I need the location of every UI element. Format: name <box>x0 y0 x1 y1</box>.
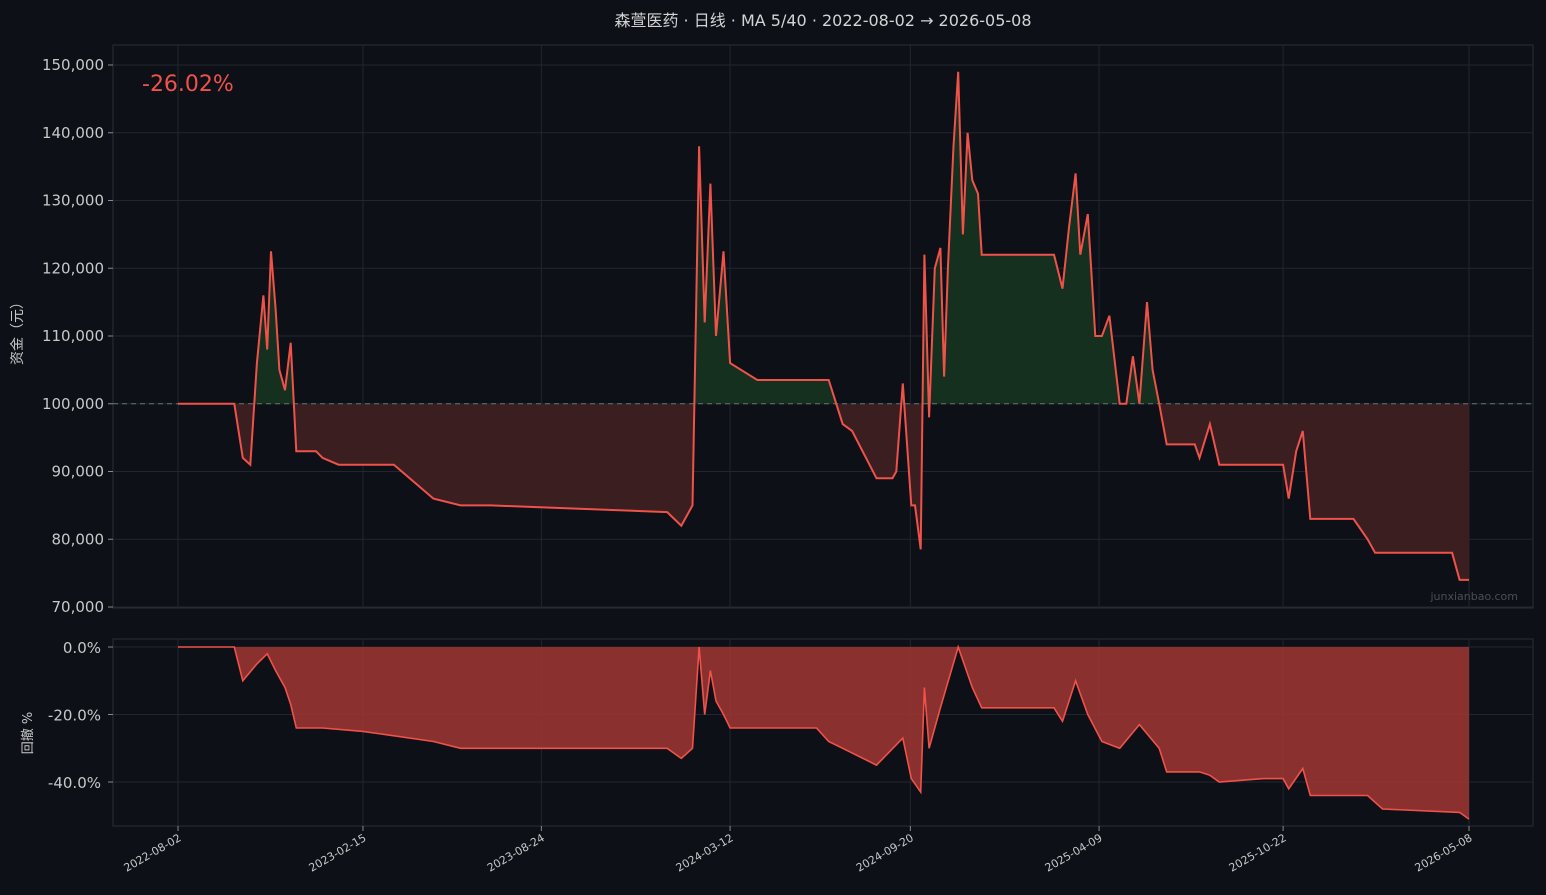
drawdown-y-tick-label: -20.0% <box>48 707 101 725</box>
equity-y-tick-label: 90,000 <box>52 463 105 481</box>
equity-y-tick-label: 140,000 <box>42 124 104 142</box>
drawdown-y-axis-label: 回撤 % <box>20 712 36 755</box>
chart-title: 森萱医药 · 日线 · MA 5/40 · 2022-08-02 → 2026-… <box>614 11 1031 30</box>
equity-y-tick-label: 80,000 <box>52 530 105 548</box>
equity-y-tick-label: 120,000 <box>42 259 104 277</box>
total-return-label: -26.02% <box>142 72 234 97</box>
equity-y-tick-label: 70,000 <box>52 598 105 616</box>
equity-y-tick-label: 100,000 <box>42 395 104 413</box>
backtest-chart: 森萱医药 · 日线 · MA 5/40 · 2022-08-02 → 2026-… <box>0 0 1546 895</box>
equity-y-axis-label: 资金（元） <box>10 295 26 365</box>
equity-y-tick-label: 110,000 <box>42 327 104 345</box>
equity-y-tick-labels: 70,000 80,000 90,000 100,000 110,000 120,000 1… <box>42 56 113 616</box>
drawdown-y-tick-label: 0.0% <box>63 639 101 657</box>
equity-y-tick-label: 130,000 <box>42 192 104 210</box>
watermark: junxianbao.com <box>1429 590 1518 603</box>
drawdown-y-tick-label: -40.0% <box>48 774 101 792</box>
equity-y-tick-label: 150,000 <box>42 56 104 74</box>
